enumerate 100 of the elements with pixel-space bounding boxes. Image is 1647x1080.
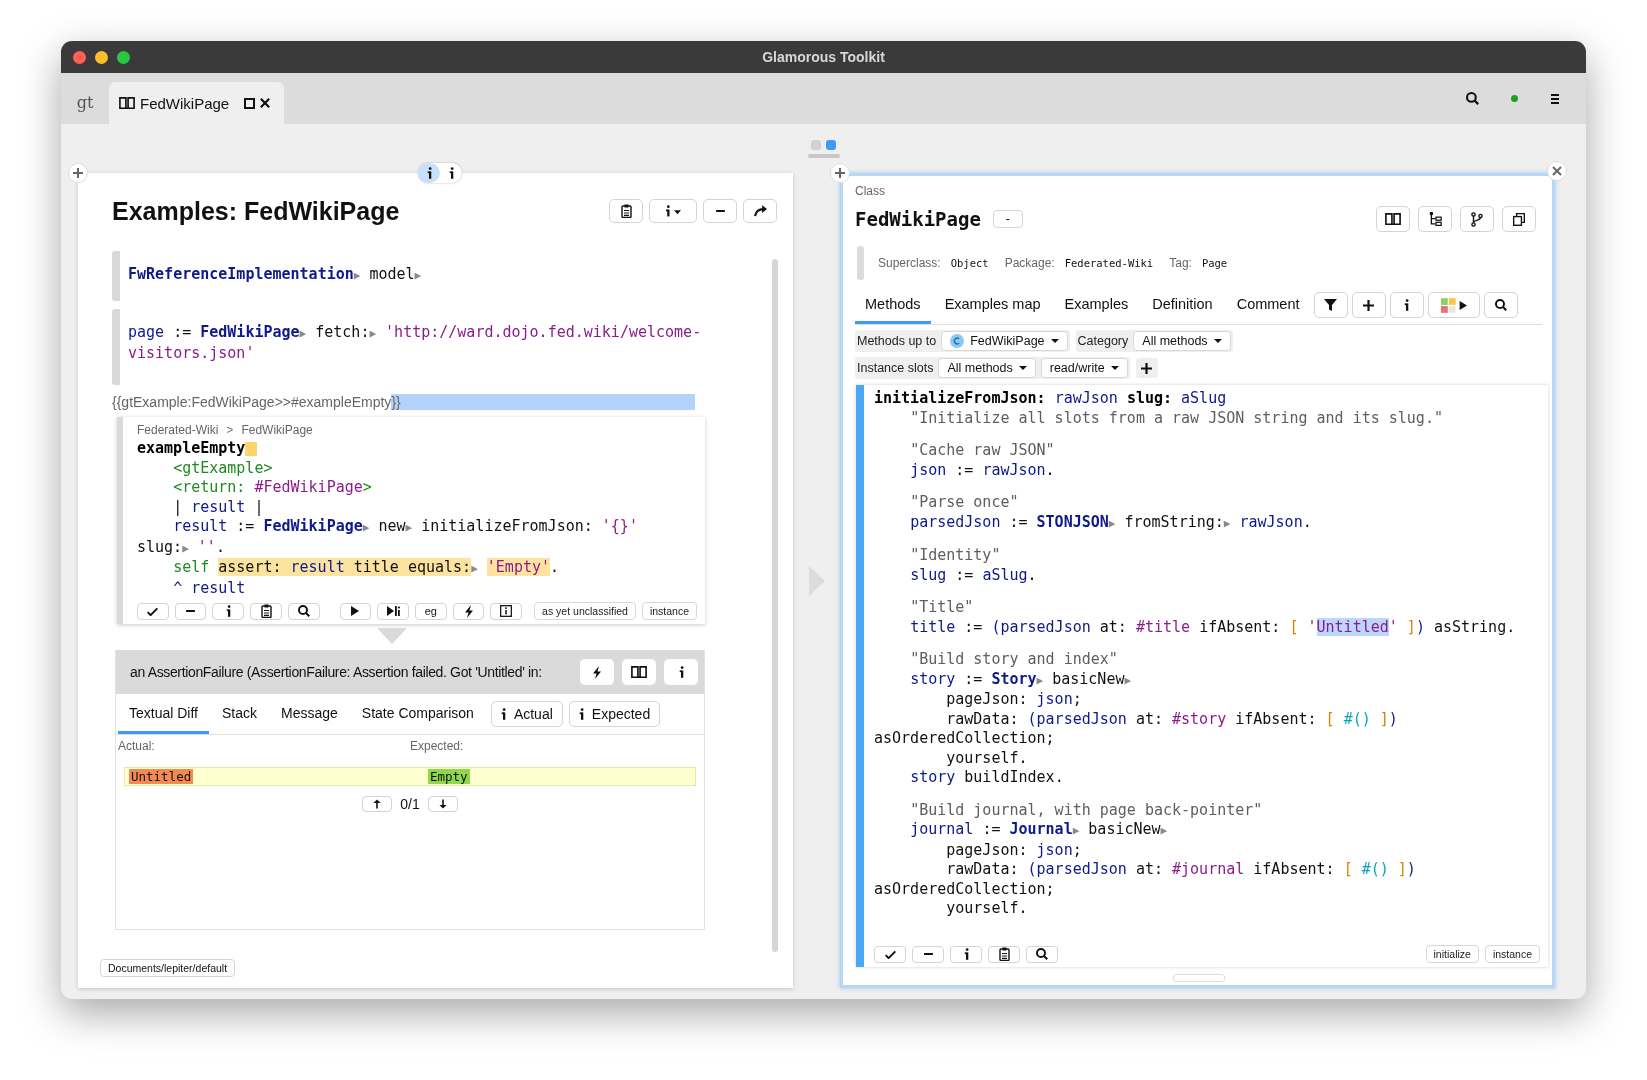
view-tab[interactable]: Examples xyxy=(1054,286,1139,324)
collapse-button[interactable]: - xyxy=(992,210,1023,228)
filter-label: Instance slots xyxy=(857,361,934,375)
filter-label: Category xyxy=(1077,334,1129,348)
clipboard-button[interactable] xyxy=(988,945,1020,963)
share-button[interactable] xyxy=(743,199,777,223)
menu-icon[interactable] xyxy=(1550,93,1560,104)
code-line: exampleEmpty xyxy=(137,439,246,459)
info-button[interactable] xyxy=(664,659,698,685)
check-button[interactable] xyxy=(874,945,906,963)
code-line: asOrderedCollection; xyxy=(874,729,1055,749)
class-dropdown[interactable]: FedWikiPage xyxy=(941,331,1068,351)
code-line: page := FedWikiPage▶ fetch:▶ 'http://ward.dojo.fed.wiki/welcome- xyxy=(128,323,702,343)
view-tab[interactable]: State Comparison xyxy=(350,694,485,734)
view-tab[interactable]: Methods xyxy=(855,286,931,324)
minus-button[interactable] xyxy=(703,199,737,223)
next-button[interactable] xyxy=(427,796,458,812)
view-tab[interactable]: Textual Diff xyxy=(118,694,209,734)
app-logo[interactable]: gt xyxy=(61,80,109,124)
search-icon[interactable] xyxy=(1466,92,1479,105)
info-value[interactable]: Object xyxy=(950,257,989,269)
database-path[interactable]: Documents/lepiter/default xyxy=(100,959,236,977)
view-tab[interactable]: Comment xyxy=(1226,286,1310,324)
info-box-button[interactable] xyxy=(490,602,523,620)
example-button[interactable]: eg xyxy=(414,602,447,620)
info-button[interactable] xyxy=(212,602,245,620)
code-line: initializeFromJson: rawJson slug: aSlug xyxy=(874,389,1227,409)
info-value[interactable]: Page xyxy=(1201,257,1228,269)
inspect-button[interactable]: Actual xyxy=(490,701,563,727)
code-line: json := rawJson. xyxy=(909,460,1055,480)
code-snippet[interactable]: page := FedWikiPage▶ fetch:▶ 'http://ward.dojo.fed.wiki/welcome- visitors.json' xyxy=(112,309,737,385)
view-tab[interactable]: Stack xyxy=(211,694,268,734)
minus-button[interactable] xyxy=(912,945,944,963)
minimize-window-button[interactable] xyxy=(95,50,108,64)
view-toggle[interactable] xyxy=(418,163,440,183)
check-icon xyxy=(147,606,159,616)
slot-dropdown[interactable]: read/write xyxy=(1040,358,1128,378)
code-snippet[interactable]: FwReferenceImplementation▶ model▶ xyxy=(112,251,737,301)
caret-icon xyxy=(1213,339,1222,343)
search-button[interactable] xyxy=(1483,292,1518,318)
filter-button[interactable] xyxy=(1313,292,1348,318)
add-icon[interactable] xyxy=(68,163,88,183)
method-tag[interactable]: initialize xyxy=(1425,945,1479,963)
book-button[interactable] xyxy=(1376,206,1410,232)
info-icon xyxy=(963,948,969,960)
example-reference: {{gtExample:FedWikiPage>>#exampleEmpty}} xyxy=(112,394,695,410)
tree-button[interactable] xyxy=(1418,206,1452,232)
branch-button[interactable] xyxy=(1460,206,1494,232)
search-button[interactable] xyxy=(287,602,320,620)
play-button[interactable] xyxy=(339,602,372,620)
play-info-icon xyxy=(386,606,400,616)
slot-dropdown[interactable]: All methods xyxy=(938,358,1036,378)
play-icon xyxy=(351,606,360,616)
clipboard-button[interactable] xyxy=(609,199,643,223)
plus-button[interactable] xyxy=(1351,292,1386,318)
method-tag[interactable]: instance xyxy=(641,602,697,620)
previous-button[interactable] xyxy=(362,796,393,812)
add-button[interactable] xyxy=(1135,358,1158,378)
maximize-icon[interactable] xyxy=(244,97,256,109)
method-tag[interactable]: as yet unclassified xyxy=(534,602,636,620)
category-dropdown[interactable]: All methods xyxy=(1133,331,1231,351)
close-icon[interactable] xyxy=(260,98,271,108)
info-icon xyxy=(1404,299,1409,311)
add-icon[interactable] xyxy=(830,163,850,183)
squares-play-icon xyxy=(1440,297,1467,313)
close-window-button[interactable] xyxy=(73,50,86,64)
search-button[interactable] xyxy=(1026,945,1058,963)
copy-button[interactable] xyxy=(1502,206,1536,232)
code-line: rawData: (parsedJson at: #journal ifAbsent: [ #() ]) xyxy=(945,860,1416,880)
scrollbar[interactable] xyxy=(772,259,778,952)
info-button[interactable] xyxy=(1389,292,1424,318)
info-icon xyxy=(500,708,506,720)
check-button[interactable] xyxy=(137,602,169,620)
actual-label: Actual: xyxy=(118,739,156,753)
breadcrumb-item[interactable]: Federated-Wiki xyxy=(137,423,219,437)
code-line: asOrderedCollection; xyxy=(874,879,1055,899)
clipboard-button[interactable] xyxy=(250,602,282,620)
inspect-button[interactable]: Expected xyxy=(568,701,661,727)
entity-kind: Class xyxy=(855,184,885,198)
info-button[interactable] xyxy=(649,199,697,223)
view-tab[interactable]: Message xyxy=(270,694,349,734)
lightning-button[interactable] xyxy=(452,602,485,620)
play-info-button[interactable] xyxy=(377,602,409,620)
info-button[interactable] xyxy=(950,945,982,963)
minus-button[interactable] xyxy=(174,602,207,620)
view-tab[interactable]: Definition xyxy=(1142,286,1223,324)
resize-handle[interactable] xyxy=(1172,974,1225,982)
info-value[interactable]: Federated-Wiki xyxy=(1064,257,1154,269)
squares-play-button[interactable] xyxy=(1427,292,1480,318)
book-button[interactable] xyxy=(622,659,656,685)
clipboard-icon xyxy=(620,204,632,218)
zoom-window-button[interactable] xyxy=(117,50,130,64)
pager-handle[interactable] xyxy=(807,154,840,158)
view-tab[interactable]: Examples map xyxy=(934,286,1051,324)
document-tab[interactable]: FedWikiPage xyxy=(109,82,285,124)
breadcrumb-item[interactable]: FedWikiPage xyxy=(241,423,313,437)
method-tag[interactable]: instance xyxy=(1484,945,1540,963)
filter-icon xyxy=(1324,299,1337,311)
lightning-button[interactable] xyxy=(580,659,614,685)
lightning-icon xyxy=(464,604,473,618)
